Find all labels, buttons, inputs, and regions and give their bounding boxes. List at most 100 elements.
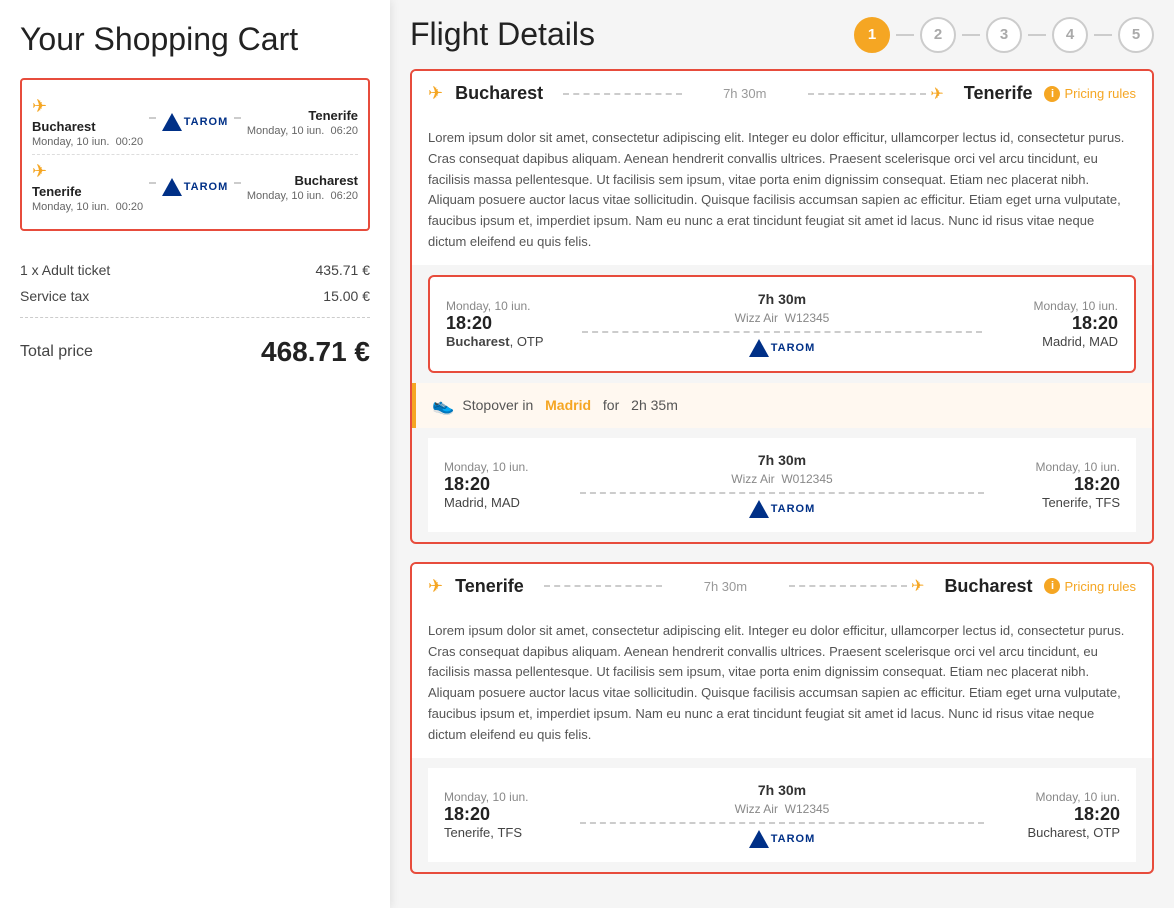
route-from-1: Bucharest — [455, 83, 543, 104]
leg-1-dep-time: 18:20 — [446, 313, 566, 334]
flight-section-2-header: ✈ Tenerife 7h 30m ✈ Bucharest i Pricing … — [412, 564, 1152, 609]
leg-2-duration: 7h 30m — [758, 452, 806, 468]
route-plane-icon-2: ✈ — [428, 576, 443, 597]
cart-total-row: Total price 468.71 € — [20, 318, 370, 376]
leg-3-dep-time: 18:20 — [444, 804, 564, 825]
leg-3-origin: Monday, 10 iun. 18:20 Tenerife, TFS — [444, 790, 564, 840]
step-connector-3 — [1028, 34, 1046, 36]
service-tax-row: Service tax 15.00 € — [20, 283, 370, 309]
tarom-text-leg1: TAROM — [771, 342, 816, 354]
route-dash-line-1 — [563, 93, 681, 95]
origin-datetime: Monday, 10 iun. 00:20 — [32, 136, 143, 148]
origin-city: Bucharest — [32, 119, 143, 134]
leg-3-arr-date: Monday, 10 iun. — [1000, 790, 1120, 804]
tarom-triangle-leg3 — [749, 830, 769, 848]
cart-flight-dest: Tenerife Monday, 10 iun. 06:20 — [247, 108, 358, 137]
route-plane-dest-icon-2: ✈ — [911, 576, 924, 596]
flight-details-panel: Flight Details 1 2 3 4 5 ✈ — [390, 0, 1174, 908]
tarom-triangle-icon-2 — [162, 178, 182, 196]
steps-nav: 1 2 3 4 5 — [854, 17, 1154, 53]
pricing-rules-info-icon-2: i — [1044, 578, 1060, 594]
service-tax-label: Service tax — [20, 288, 89, 304]
step-4[interactable]: 4 — [1052, 17, 1088, 53]
section-2-lorem: Lorem ipsum dolor sit amet, consectetur … — [412, 609, 1152, 758]
leg-2-dashes — [580, 492, 984, 494]
stopover-label: Stopover in — [462, 397, 537, 413]
leg-3-arr-city: Bucharest, OTP — [1000, 825, 1120, 840]
leg-1-dest: Monday, 10 iun. 18:20 Madrid, MAD — [998, 299, 1118, 349]
pricing-rules-1[interactable]: i Pricing rules — [1044, 86, 1136, 102]
dashed-line — [149, 117, 156, 119]
step-1[interactable]: 1 — [854, 17, 890, 53]
leg-1-duration: 7h 30m — [758, 291, 806, 307]
tarom-logo-2: TAROM — [162, 178, 229, 196]
leg-3-dep-city: Tenerife, TFS — [444, 825, 564, 840]
step-5[interactable]: 5 — [1118, 17, 1154, 53]
step-connector-1 — [896, 34, 914, 36]
flight-section-1: ✈ Bucharest 7h 30m ✈ Tenerife i Pricing … — [410, 69, 1154, 544]
cart-flight-dest-2: Bucharest Monday, 10 iun. 06:20 — [247, 173, 358, 202]
route-dashes-2: 7h 30m ✈ — [544, 576, 925, 596]
leg-2-dep-time: 18:20 — [444, 474, 564, 495]
leg-2-arr-city: Tenerife, TFS — [1000, 495, 1120, 510]
origin-datetime-2: Monday, 10 iun. 00:20 — [32, 201, 143, 213]
adult-ticket-value: 435.71 € — [316, 262, 371, 278]
dest-city-2: Bucharest — [247, 173, 358, 188]
total-label: Total price — [20, 343, 93, 361]
leg-3-dest: Monday, 10 iun. 18:20 Bucharest, OTP — [1000, 790, 1120, 840]
flight-details-title: Flight Details — [410, 16, 595, 53]
dashed-line-2 — [234, 117, 241, 119]
leg-2-origin: Monday, 10 iun. 18:20 Madrid, MAD — [444, 460, 564, 510]
leg-3-airline: Wizz Air W12345 — [735, 802, 830, 816]
leg-1-arr-city: Madrid, MAD — [998, 334, 1118, 349]
cart-flight-row: ✈ Bucharest Monday, 10 iun. 00:20 TAROM … — [32, 90, 358, 155]
cart-flight-origin-2: ✈ Tenerife Monday, 10 iun. 00:20 — [32, 161, 143, 213]
cart-flights-box: ✈ Bucharest Monday, 10 iun. 00:20 TAROM … — [20, 78, 370, 231]
leg-3-tarom-logo: TAROM — [749, 830, 816, 848]
leg-2-arr-time: 18:20 — [1000, 474, 1120, 495]
section-1-lorem: Lorem ipsum dolor sit amet, consectetur … — [412, 116, 1152, 265]
stopover-for: for — [599, 397, 623, 413]
leg-2-dep-city: Madrid, MAD — [444, 495, 564, 510]
leg-2-middle: 7h 30m Wizz Air W012345 TAROM — [580, 452, 984, 518]
tarom-triangle-leg1 — [749, 339, 769, 357]
dest-city: Tenerife — [247, 108, 358, 123]
service-tax-value: 15.00 € — [323, 288, 370, 304]
step-connector-4 — [1094, 34, 1112, 36]
step-connector-2 — [962, 34, 980, 36]
leg-3-duration: 7h 30m — [758, 782, 806, 798]
leg-1-middle: 7h 30m Wizz Air W12345 TAROM — [582, 291, 982, 357]
flight-leg-card-1: Monday, 10 iun. 18:20 Bucharest, OTP 7h … — [428, 275, 1136, 373]
leg-1-tarom-logo: TAROM — [749, 339, 816, 357]
origin-city-2: Tenerife — [32, 184, 143, 199]
cart-flight-origin: ✈ Bucharest Monday, 10 iun. 00:20 — [32, 96, 143, 148]
route-to-1: Tenerife — [964, 83, 1033, 104]
route-from-2: Tenerife — [455, 576, 524, 597]
stopover-bar: 👟 Stopover in Madrid for 2h 35m — [412, 383, 1152, 428]
tarom-text-2: TAROM — [184, 181, 229, 193]
route-plane-dest-icon-1: ✈ — [930, 84, 943, 104]
leg-1-dep-city: Bucharest, OTP — [446, 334, 566, 349]
dest-datetime: Monday, 10 iun. 06:20 — [247, 125, 358, 137]
pricing-rules-2[interactable]: i Pricing rules — [1044, 578, 1136, 594]
tarom-triangle-icon — [162, 113, 182, 131]
leg-2-airline: Wizz Air W012345 — [731, 472, 832, 486]
dest-datetime-2: Monday, 10 iun. 06:20 — [247, 190, 358, 202]
leg-1-dep-date: Monday, 10 iun. — [446, 299, 566, 313]
plane-icon-2: ✈ — [32, 161, 143, 182]
route-duration-2: 7h 30m — [666, 579, 784, 594]
flight-section-2: ✈ Tenerife 7h 30m ✈ Bucharest i Pricing … — [410, 562, 1154, 874]
dashed-line-4 — [234, 182, 241, 184]
route-plane-icon-1: ✈ — [428, 83, 443, 104]
flight-leg-card-3: Monday, 10 iun. 18:20 Tenerife, TFS 7h 3… — [428, 768, 1136, 862]
tarom-triangle-leg2 — [749, 500, 769, 518]
leg-1-arr-time: 18:20 — [998, 313, 1118, 334]
step-3[interactable]: 3 — [986, 17, 1022, 53]
flight-section-1-header: ✈ Bucharest 7h 30m ✈ Tenerife i Pricing … — [412, 71, 1152, 116]
stopover-icon: 👟 — [432, 395, 454, 416]
shopping-cart-panel: Your Shopping Cart ✈ Bucharest Monday, 1… — [0, 0, 390, 908]
cart-price-rows: 1 x Adult ticket 435.71 € Service tax 15… — [20, 249, 370, 318]
route-to-2: Bucharest — [944, 576, 1032, 597]
step-2[interactable]: 2 — [920, 17, 956, 53]
adult-ticket-row: 1 x Adult ticket 435.71 € — [20, 257, 370, 283]
